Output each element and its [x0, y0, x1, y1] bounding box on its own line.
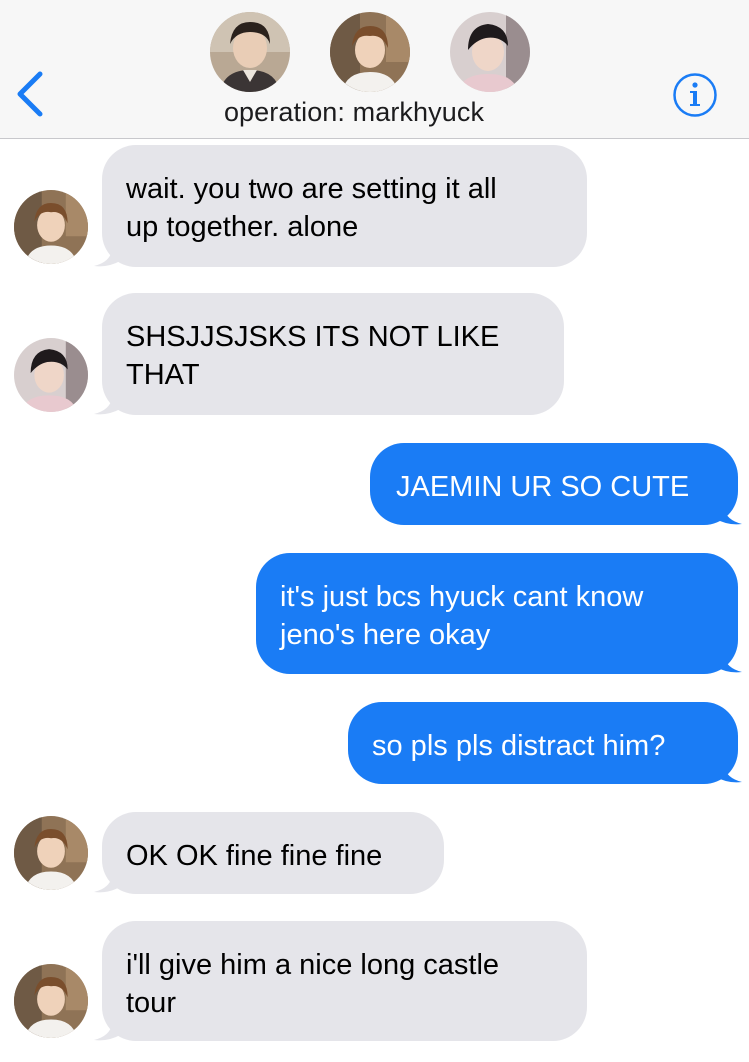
- message-bubble-outgoing[interactable]: it's just bcs hyuck cant know jeno's her…: [256, 553, 738, 674]
- message-bubble-incoming[interactable]: OK OK fine fine fine: [102, 812, 444, 894]
- message-bubble-incoming[interactable]: wait. you two are setting it all up toge…: [102, 145, 587, 267]
- group-avatars[interactable]: [0, 12, 749, 96]
- conversation-header: operation: markhyuck: [0, 0, 749, 139]
- avatar: [210, 12, 290, 92]
- message-thread-screen: operation: markhyuck wait. you two are s…: [0, 0, 749, 1062]
- message-bubble-incoming[interactable]: SHSJJSJSKS ITS NOT LIKE THAT: [102, 293, 564, 415]
- sender-avatar[interactable]: [14, 190, 88, 264]
- avatar: [450, 12, 530, 92]
- info-icon: [673, 73, 717, 117]
- info-button[interactable]: [672, 72, 718, 118]
- message-bubble-outgoing[interactable]: JAEMIN UR SO CUTE: [370, 443, 738, 525]
- conversation-title[interactable]: operation: markhyuck: [0, 97, 708, 128]
- message-bubble-incoming[interactable]: i'll give him a nice long castle tour: [102, 921, 587, 1041]
- avatar: [330, 12, 410, 92]
- sender-avatar[interactable]: [14, 964, 88, 1038]
- message-bubble-outgoing[interactable]: so pls pls distract him?: [348, 702, 738, 784]
- sender-avatar[interactable]: [14, 816, 88, 890]
- sender-avatar[interactable]: [14, 338, 88, 412]
